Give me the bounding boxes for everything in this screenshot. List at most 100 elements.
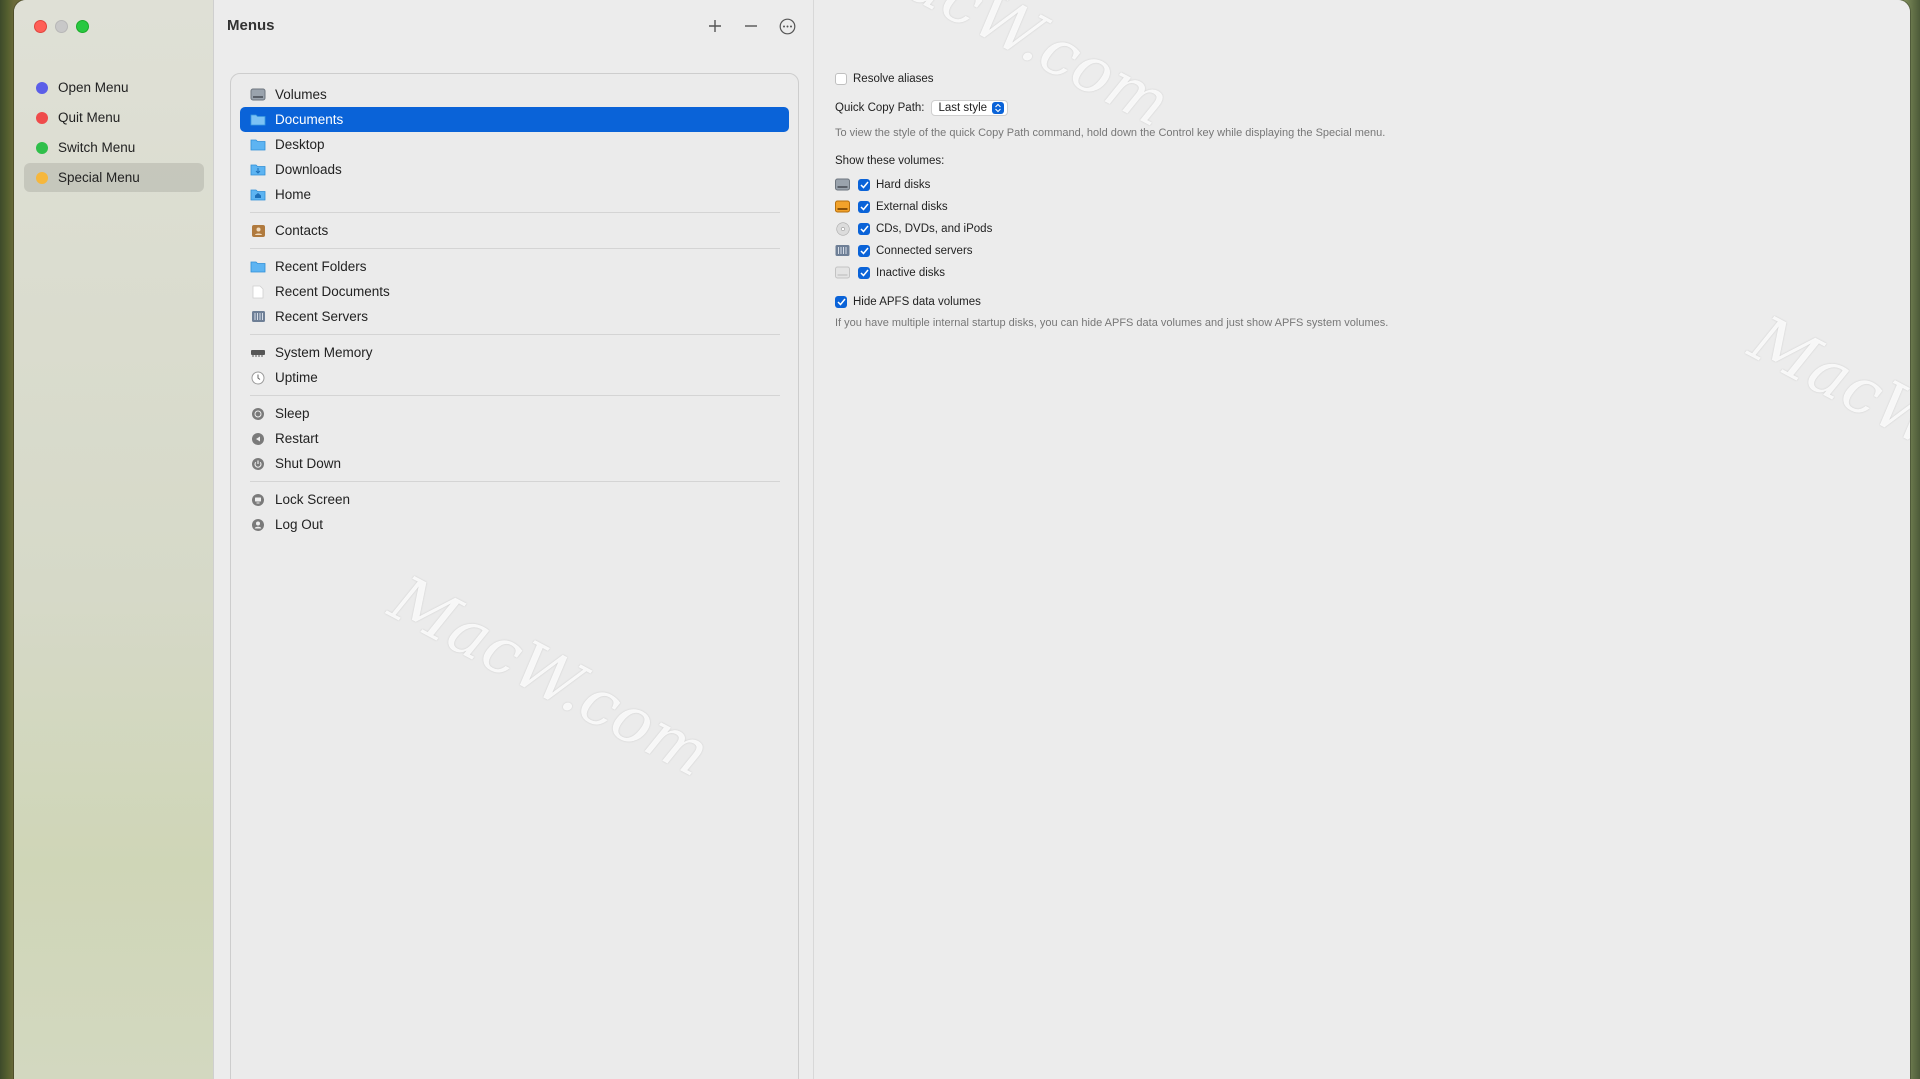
- watermark: MacW.com: [838, 0, 1182, 142]
- close-window-button[interactable]: [34, 20, 47, 33]
- hide-apfs-checkbox[interactable]: Hide APFS data volumes: [835, 296, 981, 308]
- sidebar-item-special-menu[interactable]: Special Menu: [24, 163, 204, 192]
- home-folder-icon: [250, 188, 266, 202]
- sidebar-item-open-menu[interactable]: Open Menu: [24, 73, 204, 102]
- checkbox-label: CDs, DVDs, and iPods: [876, 222, 993, 235]
- settings-pane: Resolve aliases Quick Copy Path: Last st…: [815, 0, 1910, 1079]
- list-item-label: System Memory: [275, 345, 373, 360]
- list-item-label: Recent Folders: [275, 259, 367, 274]
- watermark: MacW.com: [1738, 302, 1910, 532]
- divider: [250, 481, 780, 482]
- memory-icon: [250, 346, 266, 360]
- list-item-label: Contacts: [275, 223, 329, 238]
- list-item-label: Recent Documents: [275, 284, 390, 299]
- checkbox-label: Inactive disks: [876, 266, 946, 279]
- list-item-restart[interactable]: Restart: [240, 426, 789, 451]
- sidebar-item-quit-menu[interactable]: Quit Menu: [24, 103, 204, 132]
- more-options-button[interactable]: [776, 15, 798, 37]
- list-item-label: Home: [275, 187, 312, 202]
- hard-disk-icon: [250, 88, 266, 102]
- volume-option-inactive-disks[interactable]: Inactive disks: [835, 266, 945, 279]
- server-icon: [250, 310, 266, 324]
- volume-option-connected-servers[interactable]: Connected servers: [835, 244, 973, 257]
- checkbox-checked-icon: [835, 296, 847, 308]
- quick-copy-path-select[interactable]: Last style: [931, 100, 1009, 116]
- list-item-recent-servers[interactable]: Recent Servers: [240, 304, 789, 329]
- list-item-uptime[interactable]: Uptime: [240, 365, 789, 390]
- list-item-label: Lock Screen: [275, 492, 351, 507]
- list-item-system-memory[interactable]: System Memory: [240, 340, 789, 365]
- list-item-label: Recent Servers: [275, 309, 369, 324]
- list-item-sleep[interactable]: Sleep: [240, 401, 789, 426]
- list-item-label: Documents: [275, 112, 344, 127]
- hard-disk-icon: [835, 178, 850, 191]
- list-item-volumes[interactable]: Volumes: [240, 82, 789, 107]
- list-item-recent-documents[interactable]: Recent Documents: [240, 279, 789, 304]
- sidebar-item-label: Open Menu: [58, 80, 129, 95]
- checkbox-unchecked-icon: [835, 73, 847, 85]
- list-item-contacts[interactable]: Contacts: [240, 218, 789, 243]
- list-item-desktop[interactable]: Desktop: [240, 132, 789, 157]
- window-controls: [34, 20, 89, 33]
- list-item-log-out[interactable]: Log Out: [240, 512, 789, 537]
- sidebar-item-switch-menu[interactable]: Switch Menu: [24, 133, 204, 162]
- divider: [250, 212, 780, 213]
- list-item-label: Log Out: [275, 517, 324, 532]
- folder-icon: [250, 138, 266, 152]
- menu-items-list: Volumes Documents Desktop Downloads Home: [230, 73, 799, 1079]
- list-item-home[interactable]: Home: [240, 182, 789, 207]
- inactive-disk-icon: [835, 266, 850, 279]
- list-item-documents[interactable]: Documents: [240, 107, 789, 132]
- quick-copy-note: To view the style of the quick Copy Path…: [835, 127, 1386, 139]
- sleep-icon: [250, 407, 266, 421]
- checkbox-checked-icon: [858, 244, 870, 257]
- checkbox-checked-icon: [858, 222, 870, 235]
- menus-pane: Menus Volumes Documents Desktop Download…: [215, 0, 814, 1079]
- sidebar-item-label: Quit Menu: [58, 110, 121, 125]
- red-dot-icon: [36, 111, 48, 124]
- minus-icon: [745, 25, 757, 27]
- zoom-window-button[interactable]: [76, 20, 89, 33]
- list-item-label: Sleep: [275, 406, 310, 421]
- minimize-window-button[interactable]: [55, 20, 68, 33]
- volume-option-hard-disks[interactable]: Hard disks: [835, 178, 930, 191]
- list-item-downloads[interactable]: Downloads: [240, 157, 789, 182]
- checkbox-label: Connected servers: [876, 244, 973, 257]
- contacts-icon: [250, 224, 266, 238]
- checkbox-label: Hard disks: [876, 178, 931, 191]
- resolve-aliases-checkbox[interactable]: Resolve aliases: [835, 73, 934, 85]
- list-item-label: Volumes: [275, 87, 327, 102]
- restart-icon: [250, 432, 266, 446]
- list-item-shut-down[interactable]: Shut Down: [240, 451, 789, 476]
- user-icon: [250, 518, 266, 532]
- list-item-lock-screen[interactable]: Lock Screen: [240, 487, 789, 512]
- checkbox-checked-icon: [858, 266, 870, 279]
- list-item-recent-folders[interactable]: Recent Folders: [240, 254, 789, 279]
- downloads-folder-icon: [250, 163, 266, 177]
- volume-option-cds-dvds-ipods[interactable]: CDs, DVDs, and iPods: [835, 221, 993, 236]
- checkbox-label: External disks: [876, 200, 948, 213]
- orange-dot-icon: [36, 171, 48, 184]
- sidebar-list: Open Menu Quit Menu Switch Menu Special …: [24, 73, 204, 193]
- list-item-label: Desktop: [275, 137, 325, 152]
- remove-button[interactable]: [740, 15, 762, 37]
- divider: [250, 334, 780, 335]
- green-dot-icon: [36, 141, 48, 154]
- checkbox-label: Resolve aliases: [853, 73, 934, 85]
- sidebar-item-label: Special Menu: [58, 170, 140, 185]
- lock-screen-icon: [250, 493, 266, 507]
- volume-option-external-disks[interactable]: External disks: [835, 200, 948, 213]
- list-item-label: Downloads: [275, 162, 342, 177]
- list-item-label: Restart: [275, 431, 319, 446]
- document-icon: [250, 285, 266, 299]
- folder-icon: [250, 260, 266, 274]
- sidebar-item-label: Switch Menu: [58, 140, 136, 155]
- divider: [250, 248, 780, 249]
- clock-icon: [250, 371, 266, 385]
- ellipsis-circle-icon: [779, 18, 795, 34]
- add-button[interactable]: [704, 15, 726, 37]
- show-volumes-heading: Show these volumes:: [835, 155, 944, 167]
- menus-header: Menus: [215, 0, 813, 54]
- section-label: Show these volumes:: [835, 155, 945, 167]
- checkbox-checked-icon: [858, 178, 870, 191]
